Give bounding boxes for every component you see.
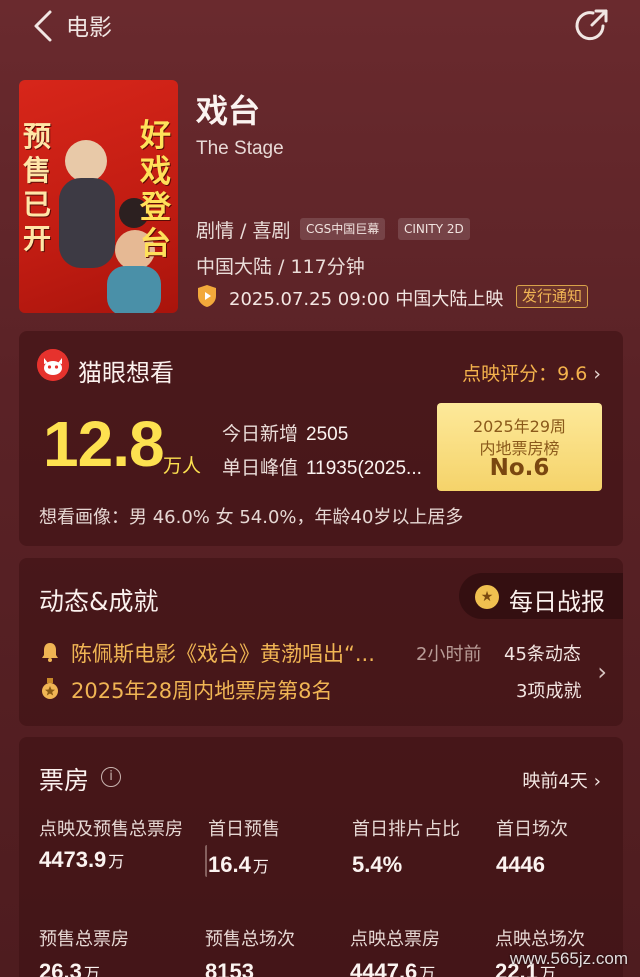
dynamics-count: 45条动态	[504, 644, 581, 665]
rank-week: 2025年29周	[472, 417, 567, 436]
feed-item-time: 2小时前	[416, 644, 482, 665]
stat-label: 首日排片占比	[352, 819, 460, 840]
top-nav: 电影	[0, 0, 640, 52]
today-new: 今日新增 2505	[222, 419, 348, 446]
daily-peak: 单日峰值 11935(2025...	[222, 453, 436, 480]
site-watermark: www.565jz.com	[509, 949, 628, 968]
shield-play-icon	[198, 285, 216, 307]
poster-right-text: 好戏登台	[140, 118, 171, 262]
poster-left-text: 预售已开	[23, 120, 52, 255]
feed-item[interactable]: 2025年28周内地票房第8名 3项成就	[39, 675, 609, 705]
rank-number: No.6	[489, 455, 550, 481]
dynamics-card[interactable]: 动态&成就 ★ 每日战报 陈佩斯电影《戏台》黄渤唱出“... 2小时前 45条动…	[19, 558, 623, 726]
stat-value: 26.3 万	[39, 959, 100, 977]
poster-figure	[59, 178, 115, 268]
chevron-right-icon: ›	[593, 363, 601, 385]
movie-english-title: The Stage	[196, 138, 284, 159]
poster-figure	[65, 140, 107, 182]
stat-label: 点映总票房	[350, 929, 440, 950]
movie-title: 戏台	[196, 92, 261, 130]
dynamics-title: 动态&成就	[39, 587, 159, 616]
daily-report-button[interactable]: ★ 每日战报	[459, 573, 623, 619]
movie-genre: 剧情 / 喜剧	[196, 220, 291, 242]
maoyan-cat-logo-icon	[37, 349, 69, 381]
daily-report-label: 每日战报	[509, 588, 605, 616]
want-unit: 万人	[163, 455, 202, 477]
box-office-card: 票房 i 映前4天 › 点映及预售总票房 4473.9 万 首日预售 16.4 万 首…	[19, 737, 623, 977]
stat-label: 预售总票房	[39, 929, 129, 950]
days-before-release-link[interactable]: 映前4天 ›	[522, 767, 601, 793]
stat-value: 4473.9 万	[39, 847, 125, 872]
format-tag-cgs: CGS中国巨幕	[300, 218, 386, 240]
box-office-title: 票房	[39, 766, 90, 795]
stat-value: 5.4%	[352, 852, 403, 877]
today-new-value: 2505	[306, 424, 349, 445]
stat-label: 首日预售	[208, 819, 280, 840]
achievement-count: 3项成就	[516, 681, 582, 702]
want-to-see-card: 猫眼想看 点映评分：9.6 › 12.8 万人 今日新增 2505 单日峰值 1193…	[19, 331, 623, 546]
want-title: 猫眼想看	[78, 359, 174, 387]
days-before-release: 映前4天	[522, 771, 588, 792]
format-tag-cinity: CINITY 2D	[398, 218, 470, 240]
release-notice-button[interactable]: 发行通知	[516, 285, 589, 308]
stat-value: 16.4 万	[208, 852, 269, 877]
medal-icon	[42, 678, 58, 699]
region-duration: 中国大陆 / 117分钟	[196, 256, 365, 278]
stat-value: 4447.6 万	[350, 959, 436, 977]
feed-item-text: 陈佩斯电影《戏台》黄渤唱出“...	[71, 642, 375, 666]
preview-rating-link[interactable]: 点映评分：9.6 ›	[462, 359, 601, 386]
info-icon[interactable]: i	[101, 767, 121, 787]
stat-value: 4446	[496, 852, 545, 877]
poster-figure	[107, 266, 161, 313]
daily-peak-label: 单日峰值	[222, 457, 299, 479]
stat-label: 预售总场次	[205, 929, 295, 950]
audience-portrait: 想看画像：男 46.0% 女 54.0%，年龄40岁以上居多	[39, 507, 464, 528]
back-arrow-icon[interactable]	[30, 8, 60, 44]
chevron-right-icon: ›	[593, 771, 601, 792]
bell-icon	[42, 643, 58, 662]
nav-title: 电影	[66, 15, 112, 41]
medal-star-icon: ★	[475, 585, 499, 609]
want-count: 12.8	[43, 408, 165, 480]
weekly-rank-badge[interactable]: 2025年29周 内地票房榜 No.6	[437, 403, 602, 491]
release-date: 2025.07.25 09:00 中国大陆上映	[229, 289, 504, 310]
preview-rating: 点映评分：9.6	[462, 363, 588, 385]
share-icon[interactable]	[574, 6, 612, 44]
feed-item[interactable]: 陈佩斯电影《戏台》黄渤唱出“... 2小时前 45条动态	[39, 638, 609, 668]
daily-peak-value: 11935(2025...	[306, 458, 422, 479]
today-new-label: 今日新增	[222, 423, 299, 445]
feed-item-text: 2025年28周内地票房第8名	[71, 679, 333, 703]
stat-label: 首日场次	[496, 819, 568, 840]
stat-label: 点映及预售总票房	[39, 819, 183, 840]
movie-poster[interactable]: 预售已开 好戏登台	[19, 80, 178, 313]
stat-label: 点映总场次	[495, 929, 585, 950]
stat-value: 8153	[205, 959, 254, 977]
chevron-right-icon[interactable]: ›	[597, 658, 607, 686]
